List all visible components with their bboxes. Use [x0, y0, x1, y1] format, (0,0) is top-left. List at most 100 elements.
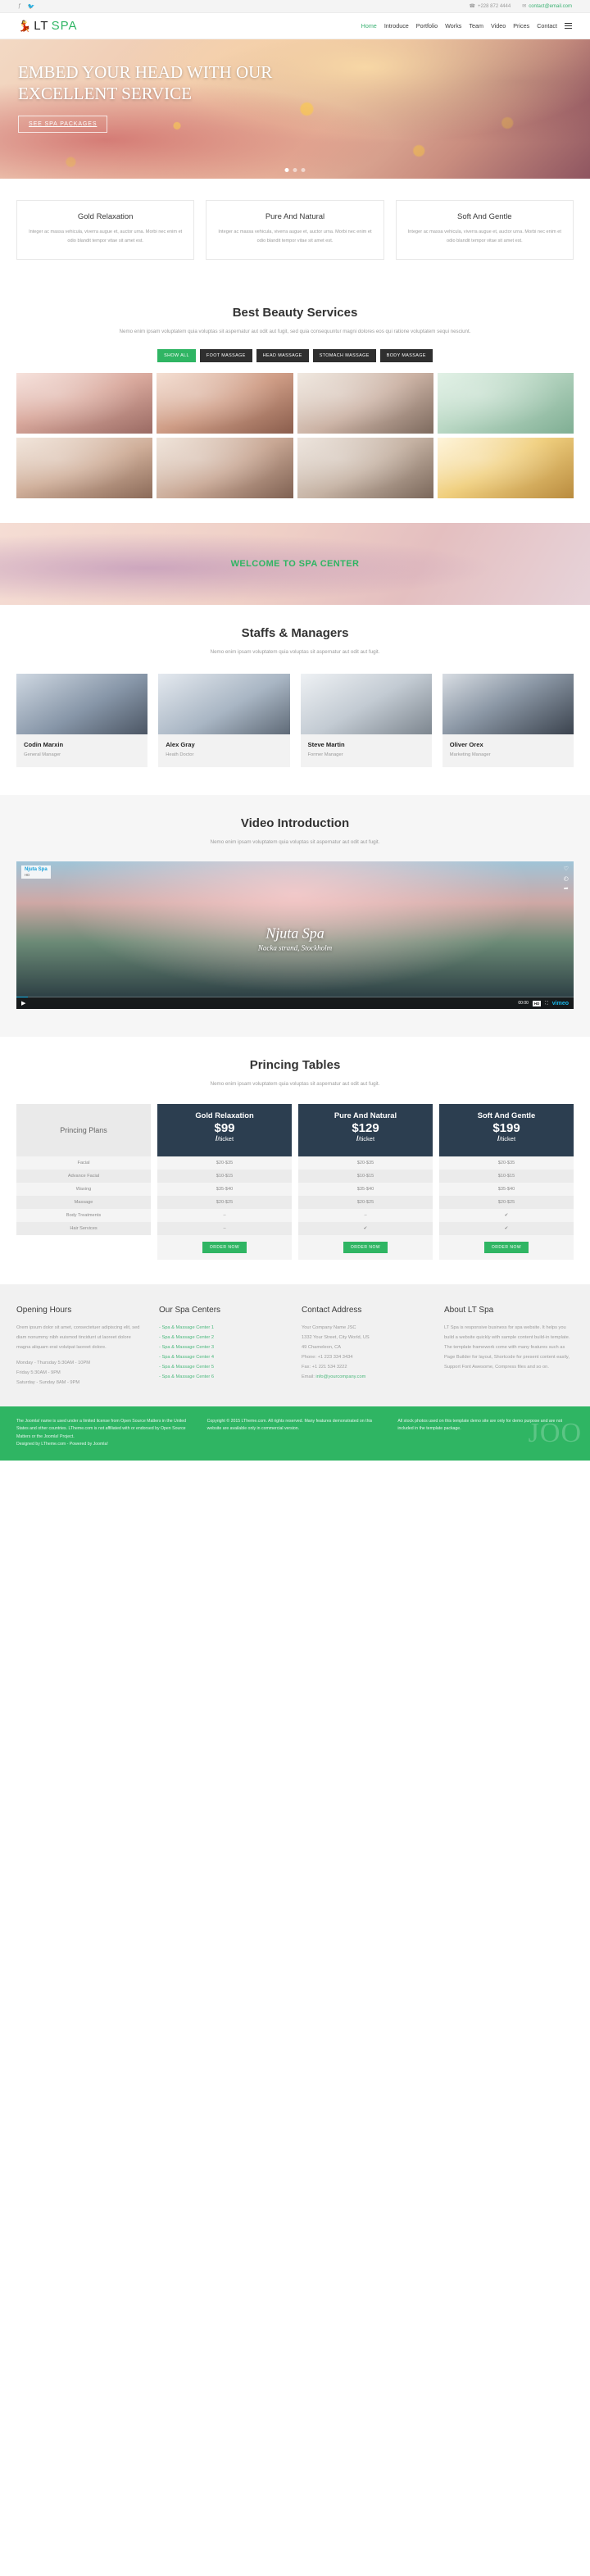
contact-street: 1332 Your Street, City World, US: [302, 1334, 370, 1340]
footer-heading: Opening Hours: [16, 1305, 72, 1315]
clock-icon[interactable]: ◴: [564, 875, 569, 882]
pricing-column-labels: Princing Plans Facial Advance Facial Wax…: [16, 1103, 151, 1260]
gallery-item[interactable]: [157, 373, 293, 434]
service-filters: SHOW ALL FOOT MASSAGE HEAD MASSAGE STOMA…: [16, 336, 574, 373]
logo-text-spa: SPA: [51, 19, 78, 33]
bottom-col-copyright: Copyright © 2015 LTheme.com. All rights …: [207, 1418, 384, 1450]
footer-col-about: About LT Spa LT Spa is responsive busine…: [444, 1306, 574, 1388]
contact-email-link[interactable]: info@yourcompany.com: [315, 1374, 365, 1379]
site-footer: Opening Hours Orem ipsum dolor sit amet,…: [0, 1283, 590, 1406]
hero-title: EMBED YOUR HEAD WITH OUR EXCELLENT SERVI…: [18, 62, 273, 103]
heart-icon[interactable]: ♡: [564, 865, 569, 872]
nav-item-works[interactable]: Works: [445, 22, 461, 30]
spa-center-link[interactable]: - Spa & Massage Center 4: [159, 1355, 214, 1360]
welcome-banner: WELCOME TO SPA CENTER: [0, 523, 590, 606]
nav-item-home[interactable]: Home: [361, 22, 377, 30]
plan-per: /ticket: [358, 1135, 375, 1143]
fullscreen-icon[interactable]: ⛶: [545, 1001, 548, 1006]
staff-grid: Codin Marxin General Manager Alex Gray H…: [16, 657, 574, 795]
contact-email-label: Email:: [302, 1374, 315, 1379]
staff-name: Codin Marxin: [24, 740, 64, 748]
video-badge-sub: HD: [25, 872, 30, 877]
video-hd-toggle[interactable]: HD: [532, 1000, 542, 1006]
logo-text-lt: LT: [34, 19, 49, 33]
hamburger-icon[interactable]: [565, 21, 572, 30]
pricing-cell: $20-$35: [298, 1156, 433, 1170]
footer-heading: Contact Address: [302, 1305, 362, 1315]
order-now-button[interactable]: ORDER NOW: [483, 1241, 529, 1253]
video-badge: Njuta Spa HD: [21, 865, 51, 879]
play-icon[interactable]: ▶: [21, 1000, 25, 1006]
staff-card[interactable]: Alex Gray Heath Doctor: [158, 673, 290, 767]
staff-card[interactable]: Codin Marxin General Manager: [16, 673, 148, 767]
nav-item-video[interactable]: Video: [491, 22, 506, 30]
twitter-icon[interactable]: 🐦: [28, 3, 35, 10]
filter-stomach-massage[interactable]: STOMACH MASSAGE: [312, 349, 376, 363]
filter-foot-massage[interactable]: FOOT MASSAGE: [199, 349, 252, 363]
feature-title: Soft And Gentle: [457, 212, 512, 221]
top-bar-email[interactable]: ✉ contact@email.com: [522, 3, 572, 10]
order-now-button[interactable]: ORDER NOW: [343, 1241, 388, 1253]
see-spa-packages-button[interactable]: SEE SPA PACKAGES: [18, 116, 108, 134]
designed-by-text: Designed by LTheme.com - Powered by Joom…: [16, 1442, 108, 1447]
pricing-column-pure-and-natural: Pure And Natural $129 //ticket $20-$35 $…: [298, 1103, 433, 1260]
footer-heading: About LT Spa: [444, 1305, 494, 1315]
feature-box-soft-and-gentle: Soft And Gentle Integer ac massa vehicul…: [395, 200, 574, 260]
staff-card[interactable]: Oliver Orex Marketing Manager: [442, 673, 574, 767]
pricing-cell: ✔: [439, 1221, 574, 1235]
staff-role: General Manager: [24, 752, 61, 757]
order-now-button[interactable]: ORDER NOW: [202, 1241, 247, 1253]
hero-dot-3[interactable]: [301, 168, 306, 172]
top-bar-phone[interactable]: ☎ +228 872 4444: [469, 3, 511, 10]
phone-number: +228 872 4444: [477, 3, 511, 9]
spa-center-link[interactable]: - Spa & Massage Center 1: [159, 1325, 214, 1330]
video-player[interactable]: Njuta Spa HD ♡ ◴ ➦ Njuta Spa Nacka stran…: [16, 861, 574, 1010]
plan-price: $129: [352, 1120, 379, 1135]
nav-item-team[interactable]: Team: [469, 22, 483, 30]
spa-center-link[interactable]: - Spa & Massage Center 6: [159, 1374, 214, 1379]
gallery-item[interactable]: [16, 438, 153, 499]
gallery-item[interactable]: [16, 373, 153, 434]
video-control-bar: ▶ 00:00 HD ⛶ vimeo: [16, 997, 574, 1010]
gallery-item[interactable]: [437, 438, 574, 499]
plan-per: /ticket: [217, 1135, 234, 1143]
feature-text: Integer ac massa vehicula, viverra augue…: [29, 229, 183, 243]
video-badge-title: Njuta Spa: [25, 867, 48, 873]
spa-center-link[interactable]: - Spa & Massage Center 5: [159, 1365, 214, 1370]
share-icon[interactable]: ➦: [564, 885, 569, 892]
filter-show-all[interactable]: SHOW ALL: [157, 349, 196, 363]
pricing-cell: ✔: [439, 1208, 574, 1222]
gallery-item[interactable]: [437, 373, 574, 434]
pricing-row-label: Massage: [16, 1195, 151, 1209]
nav-item-contact[interactable]: Contact: [537, 22, 557, 30]
gallery-item[interactable]: [297, 438, 434, 499]
filter-body-massage[interactable]: BODY MASSAGE: [379, 349, 433, 363]
feature-text: Integer ac massa vehicula, viverra augue…: [407, 229, 561, 243]
site-logo[interactable]: 💃 LT SPA: [18, 19, 78, 33]
contact-phone: Phone: +1 223 334 3434: [302, 1354, 353, 1360]
nav-item-prices[interactable]: Prices: [513, 22, 529, 30]
feature-title: Pure And Natural: [265, 212, 325, 221]
staff-card[interactable]: Steve Martin Former Manager: [300, 673, 432, 767]
pricing-column-gold-relaxation: Gold Relaxation $99 //ticket $20-$35 $10…: [157, 1103, 292, 1260]
staff-photo: [300, 673, 432, 734]
nav-item-introduce[interactable]: Introduce: [384, 22, 409, 30]
staff-role: Marketing Manager: [449, 752, 491, 757]
facebook-icon[interactable]: ƒ: [18, 3, 21, 9]
spa-center-link[interactable]: - Spa & Massage Center 3: [159, 1345, 214, 1350]
spa-center-link[interactable]: - Spa & Massage Center 2: [159, 1335, 214, 1340]
phone-icon: ☎: [469, 4, 475, 9]
plan-price: $199: [492, 1120, 520, 1135]
contact-fax: Fax: +1 221 534 3222: [302, 1364, 347, 1370]
nav-item-portfolio[interactable]: Portfolio: [416, 22, 438, 30]
staff-subtitle: Nemo enim ipsam voluptatem quia voluptas…: [210, 649, 380, 656]
hero-dot-1[interactable]: [284, 168, 289, 172]
gallery-item[interactable]: [157, 438, 293, 499]
footer-heading: Our Spa Centers: [159, 1305, 221, 1315]
filter-head-massage[interactable]: HEAD MASSAGE: [256, 349, 309, 363]
gallery-item[interactable]: [297, 373, 434, 434]
video-brand-logo[interactable]: vimeo: [552, 1001, 569, 1006]
feature-text: Integer ac massa vehicula, viverra augue…: [218, 229, 372, 243]
pricing-cell: $20-$25: [439, 1195, 574, 1209]
hero-dot-2[interactable]: [293, 168, 297, 172]
